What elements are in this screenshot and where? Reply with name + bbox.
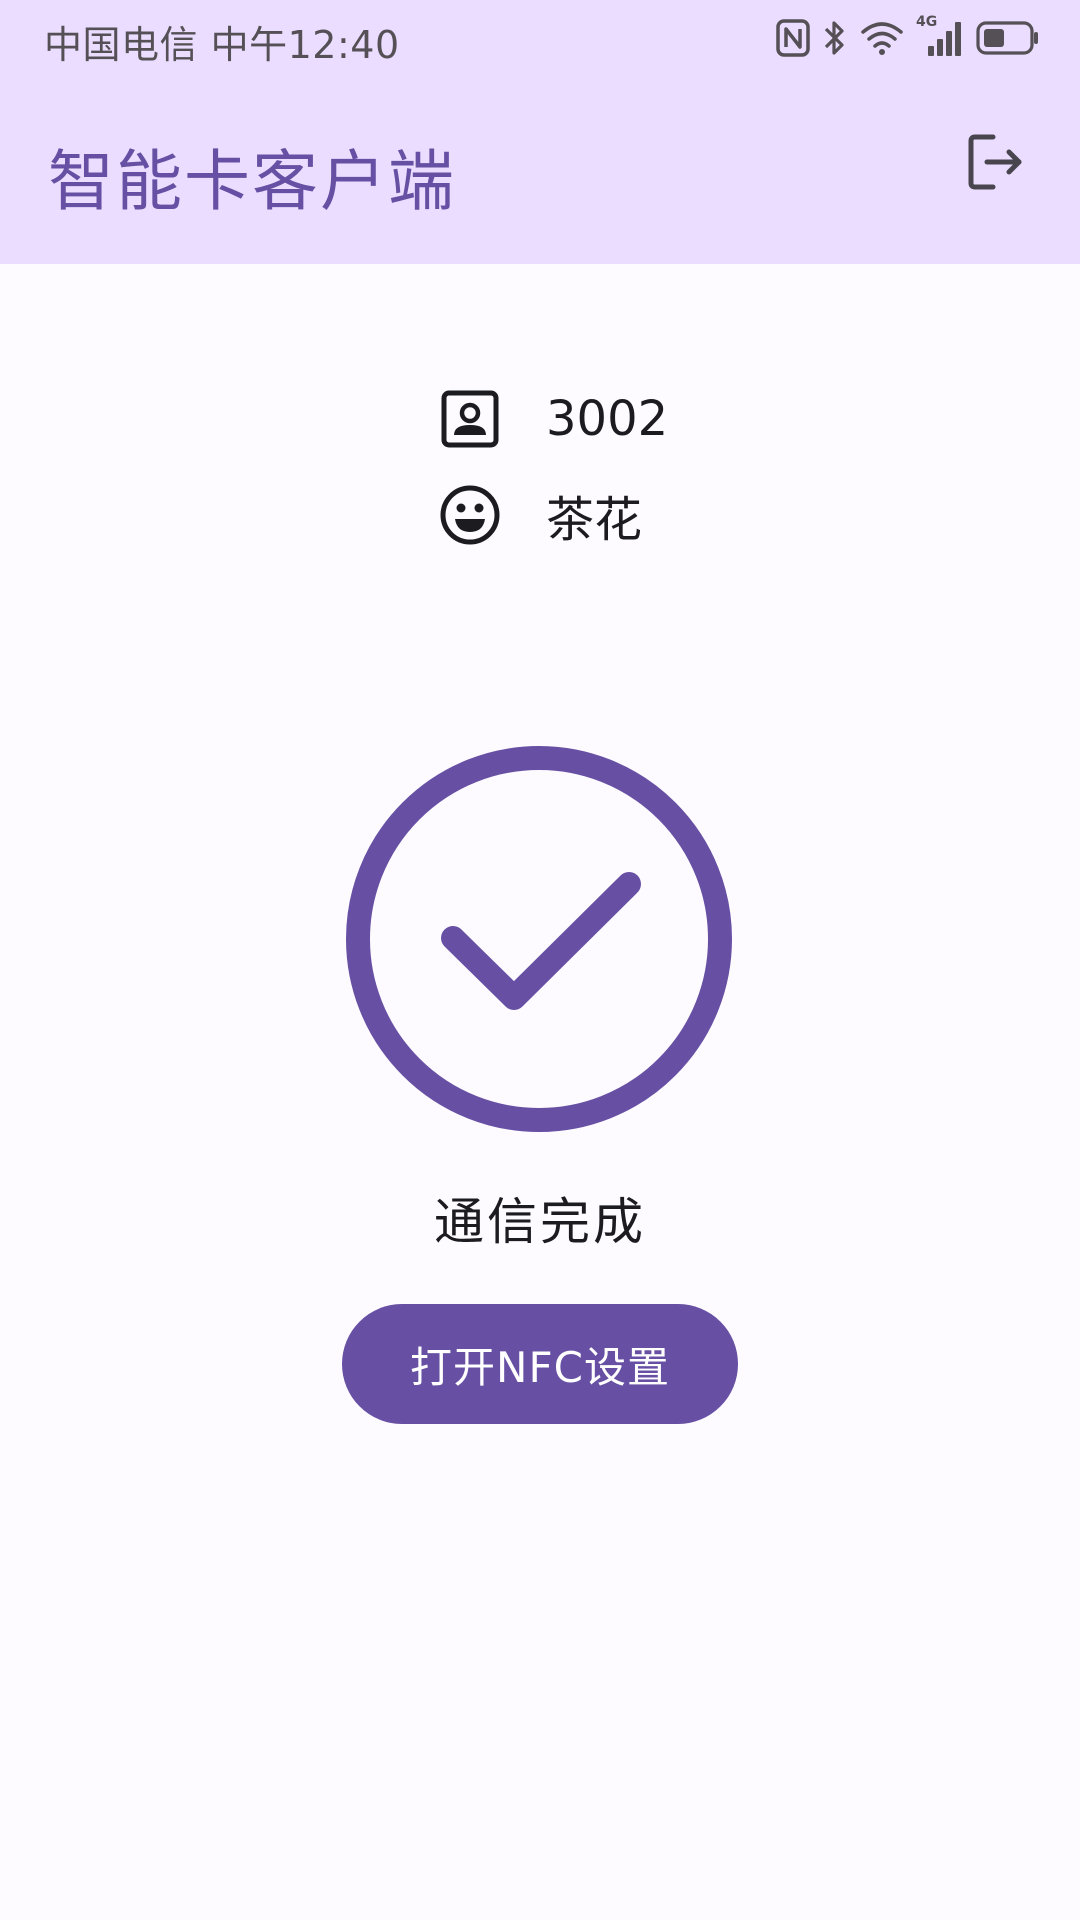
app-bar: 智能卡客户端 <box>0 76 1080 264</box>
bluetooth-icon <box>822 18 848 58</box>
smiley-face-icon <box>436 481 504 549</box>
communication-status: 通信完成 <box>434 1193 646 1251</box>
status-icons: 4G <box>776 14 1040 60</box>
app-title: 智能卡客户端 <box>48 143 456 220</box>
check-circle-icon <box>346 746 732 1132</box>
card-id: 3002 <box>546 391 669 447</box>
contact-card-icon <box>436 385 504 453</box>
card-holder-name: 茶花 <box>546 492 643 548</box>
4g-signal-icon: 4G <box>916 14 964 58</box>
battery-icon <box>976 21 1040 55</box>
open-nfc-settings-button[interactable]: 打开NFC设置 <box>342 1304 738 1424</box>
card-id-row: 3002 <box>436 384 668 454</box>
status-left: 中国电信 中午12:40 <box>44 14 400 69</box>
logout-button[interactable] <box>960 128 1032 200</box>
logout-icon <box>967 133 1025 195</box>
clock-label: 中午12:40 <box>210 23 400 67</box>
app-screen: 中国电信 中午12:40 4G 智能卡客户端 3002 茶花 通信完成 打开NF… <box>0 0 1080 1920</box>
status-bar: 中国电信 中午12:40 4G <box>0 0 1080 76</box>
wifi-icon <box>860 20 904 56</box>
nfc-icon <box>776 19 810 57</box>
carrier-label: 中国电信 <box>44 23 199 67</box>
card-name-row: 茶花 <box>436 480 642 550</box>
